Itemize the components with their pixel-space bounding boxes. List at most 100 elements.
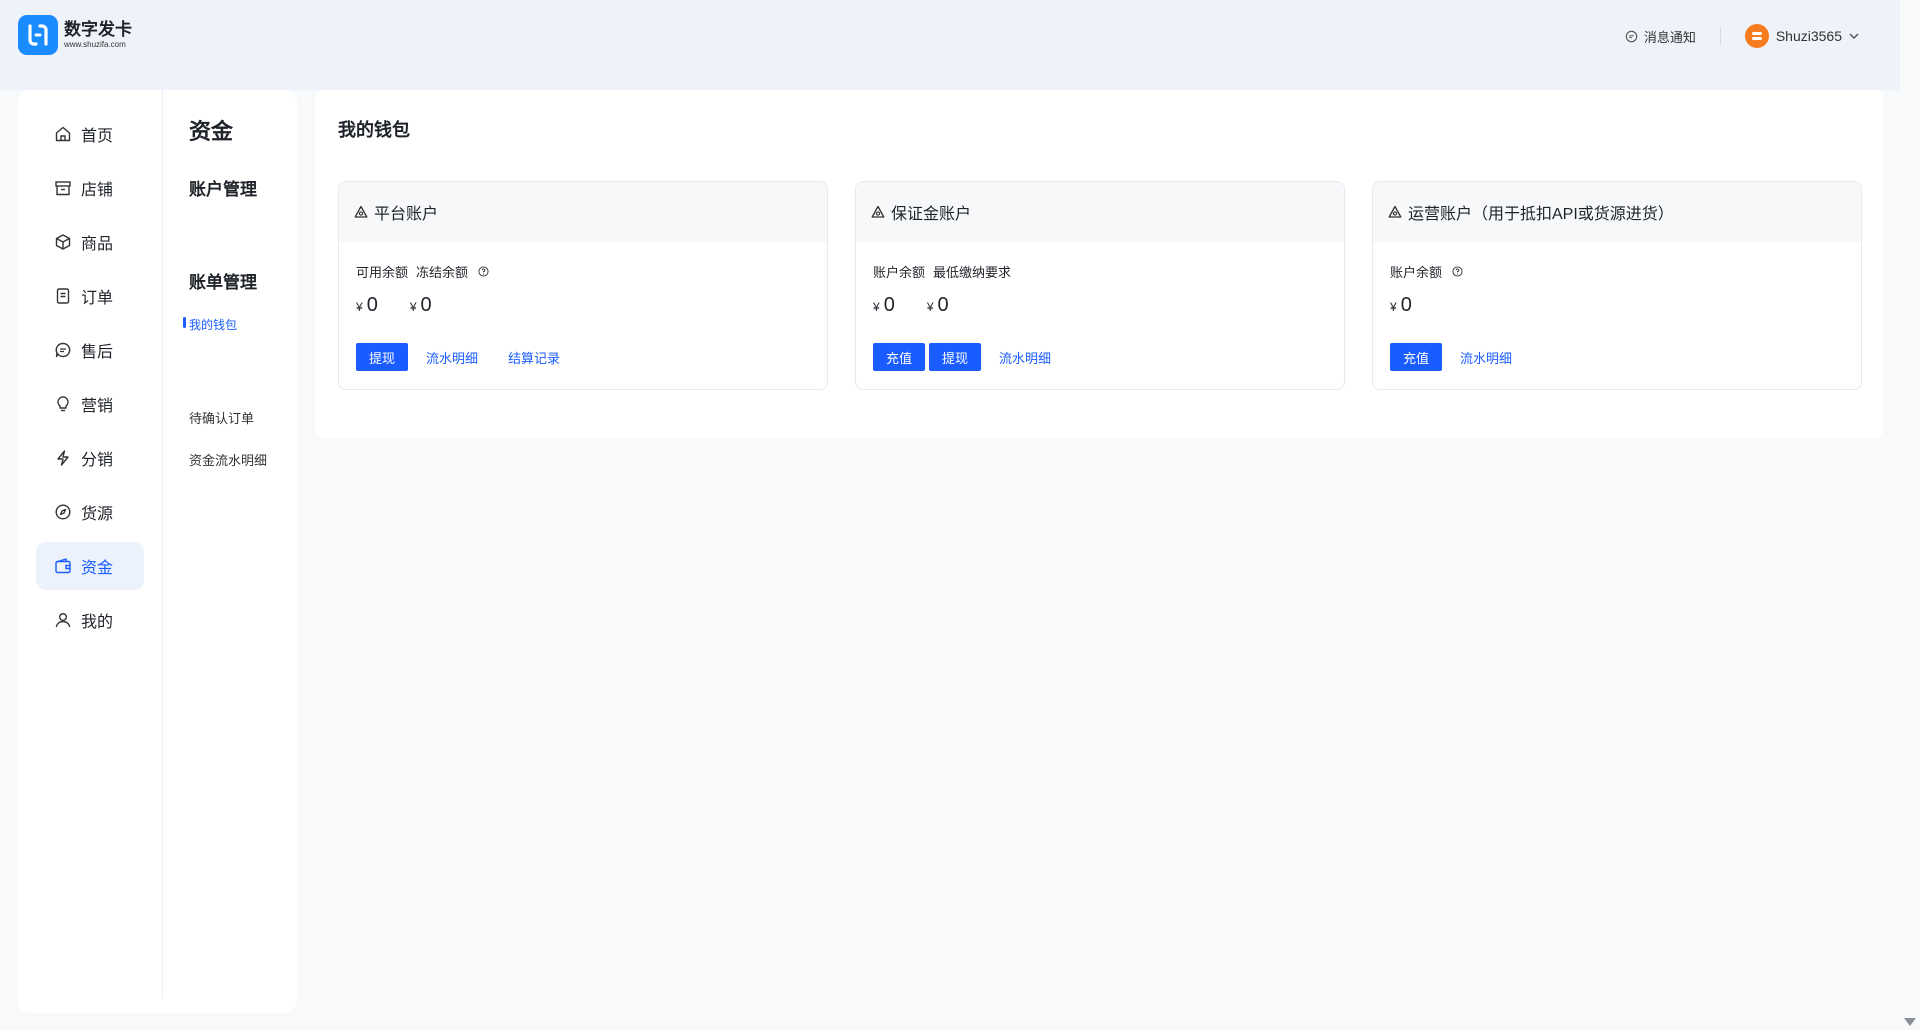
user-menu[interactable]: Shuzi3565: [1744, 24, 1860, 48]
label-text: 冻结余额: [416, 265, 469, 280]
nav-item-marketing[interactable]: 营销: [36, 380, 144, 428]
amount-value: 0: [420, 294, 432, 316]
scroll-down-arrow-icon[interactable]: [1904, 1018, 1916, 1026]
amount-value: 0: [937, 294, 949, 316]
currency-symbol: ¥: [409, 300, 417, 314]
nav-label: 商品: [81, 236, 114, 253]
username: Shuzi3565: [1775, 28, 1842, 44]
page-title: 我的钱包: [338, 120, 410, 140]
logo-url: www.shuzifa.com: [64, 40, 126, 49]
currency-symbol: ¥: [1390, 300, 1397, 314]
currency-symbol: ¥: [926, 300, 934, 314]
card-title: 运营账户（用于抵扣API或货源进货）: [1408, 206, 1674, 223]
label-frozen-balance: 冻结余额: [416, 262, 489, 281]
account-card-deposit: 保证金账户 账户余额 最低缴纳要求 ¥0 ¥0 充值 提现 流水明细: [855, 181, 1345, 390]
card-header: 运营账户（用于抵扣API或货源进货）: [1373, 182, 1861, 242]
amount-available: ¥0: [356, 294, 378, 317]
nav-item-home[interactable]: 首页: [36, 110, 144, 158]
home-icon: [55, 126, 71, 142]
help-icon[interactable]: [1452, 266, 1463, 277]
recharge-button[interactable]: 充值: [873, 343, 926, 371]
nav-item-mine[interactable]: 我的: [36, 596, 144, 644]
amount-minimum: ¥0: [927, 294, 949, 317]
flow-detail-link[interactable]: 流水明细: [999, 348, 1051, 367]
flow-detail-link[interactable]: 流水明细: [1460, 348, 1512, 367]
nav-label: 货源: [81, 506, 114, 523]
amount-balance: ¥0: [873, 294, 895, 317]
chat-icon: [55, 342, 71, 358]
lightning-icon: [57, 450, 69, 466]
label-minimum-requirement: 最低缴纳要求: [933, 265, 1012, 280]
main-nav: 首页 店铺 商品 订单 售后 营销 分销 货源 资金 我的: [36, 110, 144, 650]
nav-item-store[interactable]: 店铺: [36, 164, 144, 212]
card-title: 保证金账户: [891, 206, 972, 223]
logo-title: 数字发卡: [64, 20, 132, 39]
amount-value: 0: [883, 294, 895, 316]
triangle-icon: [871, 205, 885, 218]
top-header: 数字发卡 www.shuzifa.com 消息通知 Shuzi3565: [0, 0, 1900, 90]
box-icon: [55, 234, 71, 250]
triangle-icon: [1388, 205, 1402, 218]
nav-item-aftersales[interactable]: 售后: [36, 326, 144, 374]
compass-icon: [55, 504, 71, 520]
nav-label: 分销: [81, 452, 114, 469]
label-account-balance: 账户余额: [873, 265, 926, 280]
nav-item-distribution[interactable]: 分销: [36, 434, 144, 482]
nav-label: 售后: [81, 344, 114, 361]
sidebar: 首页 店铺 商品 订单 售后 营销 分销 货源 资金 我的 资金 账户管理 我的…: [18, 90, 297, 1013]
logo-mark-icon: [18, 15, 58, 55]
chevron-down-icon: [1849, 33, 1859, 39]
amount-value: 0: [366, 294, 378, 316]
nav-label: 订单: [81, 290, 114, 307]
settlement-record-link[interactable]: 结算记录: [508, 348, 560, 367]
wallet-icon: [55, 558, 71, 574]
main-panel: 我的钱包 平台账户 可用余额 冻结余额 ¥0 ¥0 提现 流水明细 结算记录 保…: [315, 90, 1883, 438]
withdraw-button[interactable]: 提现: [356, 343, 409, 371]
active-indicator: [183, 317, 186, 328]
card-header: 平台账户: [339, 182, 827, 242]
label-account-balance: 账户余额: [1390, 262, 1463, 281]
amount-frozen: ¥0: [410, 294, 432, 317]
notification-label: 消息通知: [1643, 29, 1696, 45]
sidebar-divider: [162, 90, 163, 998]
label-text: 账户余额: [1390, 265, 1443, 280]
nav-item-funds[interactable]: 资金: [36, 542, 144, 590]
notification-button[interactable]: 消息通知: [1625, 27, 1696, 46]
account-card-operation: 运营账户（用于抵扣API或货源进货） 账户余额 ¥0 充值 流水明细: [1372, 181, 1862, 390]
triangle-icon: [354, 205, 368, 218]
currency-symbol: ¥: [873, 300, 880, 314]
subnav-link-pending-orders[interactable]: 待确认订单: [189, 408, 254, 427]
subnav-link-my-wallet[interactable]: 我的钱包: [189, 316, 237, 333]
account-card-platform: 平台账户 可用余额 冻结余额 ¥0 ¥0 提现 流水明细 结算记录: [338, 181, 828, 390]
recharge-button[interactable]: 充值: [1390, 343, 1443, 371]
avatar: [1744, 24, 1769, 48]
nav-label: 营销: [81, 398, 114, 415]
logo[interactable]: 数字发卡 www.shuzifa.com: [18, 15, 132, 55]
nav-label: 资金: [81, 560, 114, 577]
flow-detail-link[interactable]: 流水明细: [426, 348, 478, 367]
currency-symbol: ¥: [356, 300, 363, 314]
store-icon: [55, 181, 71, 196]
user-icon: [55, 613, 71, 628]
nav-item-orders[interactable]: 订单: [36, 272, 144, 320]
amount-balance: ¥0: [1390, 294, 1412, 317]
card-header: 保证金账户: [856, 182, 1344, 242]
label-available-balance: 可用余额: [356, 265, 409, 280]
subnav-group-account: 账户管理: [189, 180, 257, 199]
subnav-group-billing: 账单管理: [189, 273, 257, 292]
nav-label: 我的: [81, 614, 114, 631]
order-icon: [56, 288, 70, 304]
amount-value: 0: [1400, 294, 1412, 316]
card-title: 平台账户: [374, 206, 439, 223]
subnav-link-fund-flow[interactable]: 资金流水明细: [189, 450, 267, 469]
bulb-icon: [57, 396, 69, 412]
help-icon[interactable]: [478, 266, 489, 277]
subnav-title: 资金: [189, 119, 234, 144]
header-divider: [1719, 27, 1721, 45]
nav-label: 店铺: [81, 182, 114, 199]
message-icon: [1625, 30, 1638, 42]
nav-label: 首页: [81, 128, 114, 145]
nav-item-products[interactable]: 商品: [36, 218, 144, 266]
nav-item-supply[interactable]: 货源: [36, 488, 144, 536]
withdraw-button[interactable]: 提现: [929, 343, 982, 371]
